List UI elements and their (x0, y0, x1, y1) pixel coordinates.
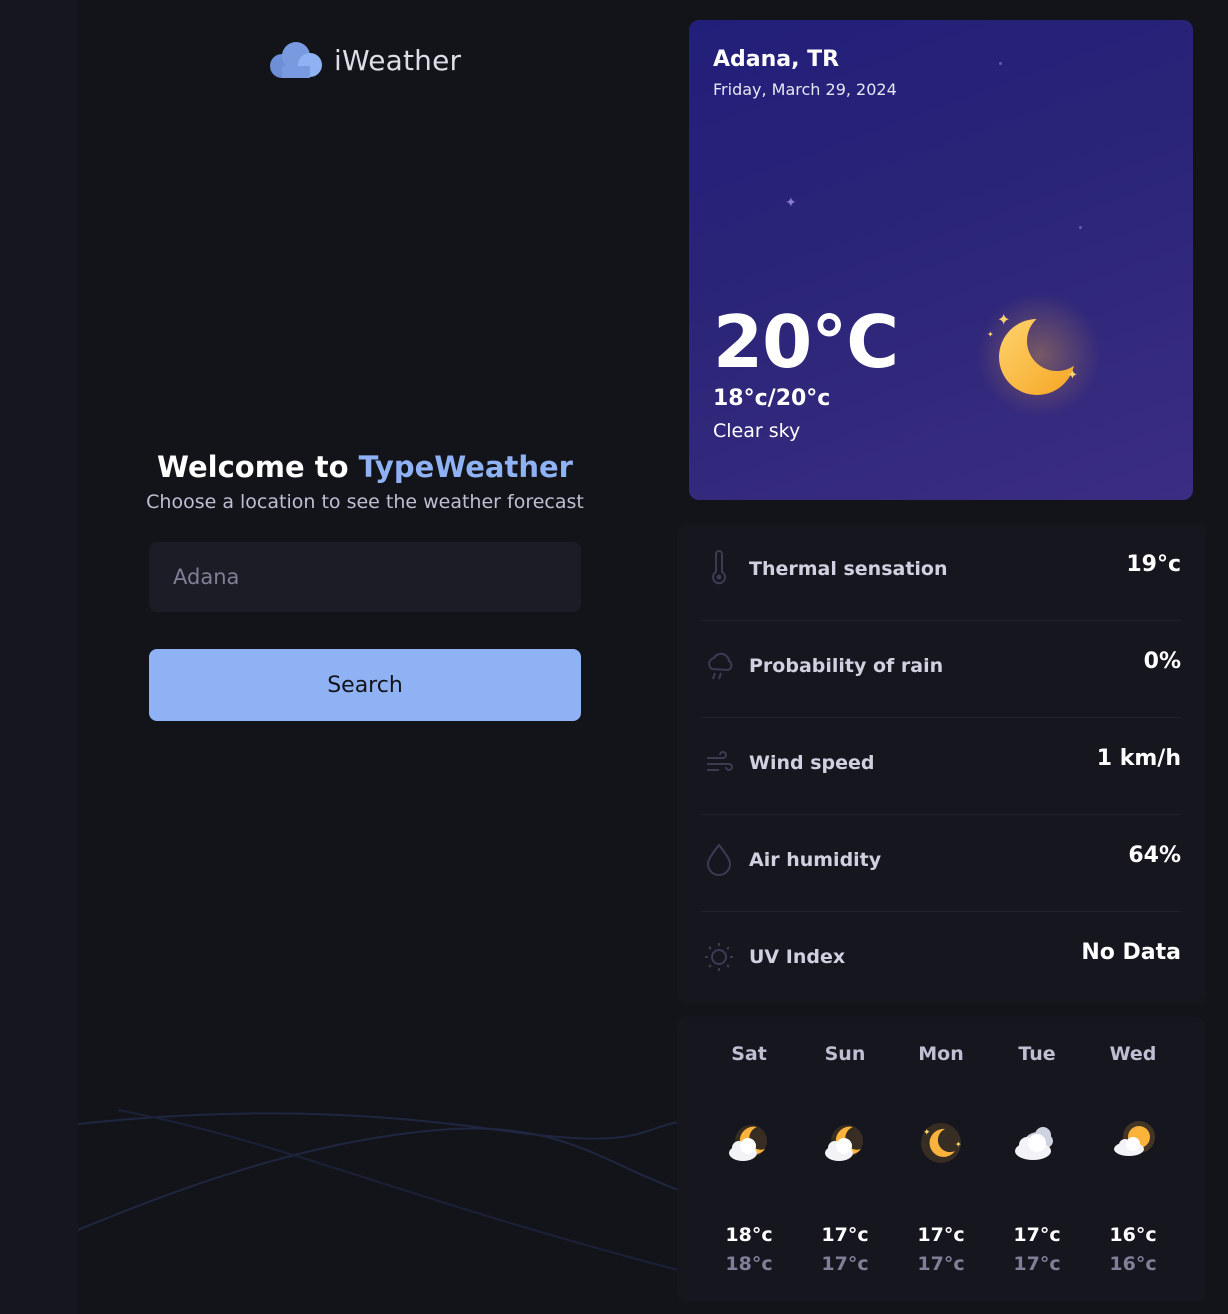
search-panel: iWeather Welcome to TypeWeather Choose a… (78, 0, 678, 1314)
welcome-prefix: Welcome to (157, 450, 359, 484)
wind-icon (707, 751, 733, 771)
star-dot (999, 62, 1002, 65)
welcome-subtitle: Choose a location to see the weather for… (146, 491, 584, 513)
partly-sunny-icon (1114, 1121, 1155, 1156)
forecast-day: Wed 16°c 16°c (1085, 1017, 1181, 1302)
app-name: iWeather (334, 43, 462, 77)
forecast-min: 17°c (821, 1253, 869, 1275)
forecast-max: 17°c (1013, 1224, 1061, 1246)
thermometer-icon (712, 550, 726, 585)
detail-value: No Data (1081, 940, 1181, 965)
cloudy-night-icon (729, 1125, 767, 1161)
background-waves (78, 1109, 678, 1271)
sparkle-decoration: ✦ (785, 195, 797, 211)
temperature-range: 18°c/20°c (713, 386, 831, 411)
forecast-day: Sat 18°c 18°c (701, 1017, 797, 1302)
forecast-day-name: Tue (1018, 1043, 1056, 1065)
svg-text:✦: ✦ (923, 1128, 931, 1138)
detail-row-uv: UV Index No Data (701, 912, 1181, 1009)
forecast-panel: Sat 18°c 18°c Sun 17°c 17°c Mon ✦ ✦ 17°c… (677, 1017, 1206, 1302)
weather-details: Thermal sensation 19°c Probability of ra… (677, 524, 1206, 1004)
forecast-min: 16°c (1109, 1253, 1157, 1275)
detail-row-thermal: Thermal sensation 19°c (701, 524, 1181, 621)
svg-text:✦: ✦ (955, 1140, 962, 1149)
detail-value: 64% (1128, 843, 1181, 868)
detail-row-humidity: Air humidity 64% (701, 815, 1181, 912)
sun-icon (705, 943, 733, 971)
welcome-heading: Welcome to TypeWeather (78, 450, 652, 484)
forecast-day-name: Wed (1109, 1043, 1157, 1065)
detail-row-rain: Probability of rain 0% (701, 621, 1181, 718)
search-button[interactable]: Search (149, 649, 581, 721)
forecast-day-name: Sun (824, 1043, 866, 1065)
detail-label: UV Index (749, 946, 846, 968)
star-dot (1079, 226, 1082, 229)
welcome-brand: TypeWeather (358, 450, 573, 484)
detail-label: Wind speed (749, 752, 875, 774)
detail-label: Probability of rain (749, 655, 944, 677)
svg-text:✦: ✦ (987, 330, 994, 339)
current-date: Friday, March 29, 2024 (713, 80, 897, 99)
drop-icon (706, 843, 732, 876)
cloud-logo-icon (270, 42, 322, 78)
today-card: ✦ Adana, TR Friday, March 29, 2024 20°C … (689, 20, 1193, 500)
forecast-day-name: Mon (918, 1043, 964, 1065)
cloudy-night-icon (825, 1125, 863, 1161)
detail-value: 19°c (1126, 552, 1181, 577)
forecast-max: 17°c (821, 1224, 869, 1246)
svg-text:✦: ✦ (997, 310, 1010, 329)
detail-row-wind: Wind speed 1 km/h (701, 718, 1181, 815)
forecast-min: 17°c (1013, 1253, 1061, 1275)
crescent-moon-icon: ✦ ✦ ✦ (977, 293, 1101, 417)
forecast-day-name: Sat (731, 1043, 767, 1065)
forecast-day: Sun 17°c 17°c (797, 1017, 893, 1302)
cloudy-icon (1015, 1127, 1053, 1160)
left-edge-strip (0, 0, 78, 1314)
forecast-max: 16°c (1109, 1224, 1157, 1246)
weather-description: Clear sky (713, 420, 801, 442)
forecast-max: 17°c (917, 1224, 965, 1246)
detail-value: 1 km/h (1096, 746, 1181, 771)
forecast-day: Tue 17°c 17°c (989, 1017, 1085, 1302)
svg-text:✦: ✦ (1067, 368, 1078, 383)
forecast-max: 18°c (725, 1224, 773, 1246)
current-temperature: 20°C (713, 300, 899, 384)
detail-label: Air humidity (749, 849, 882, 871)
moon-icon: ✦ ✦ (921, 1123, 962, 1163)
forecast-min: 17°c (917, 1253, 965, 1275)
app-logo: iWeather (268, 40, 461, 80)
city-name: Adana, TR (713, 47, 840, 72)
forecast-min: 18°c (725, 1253, 773, 1275)
detail-label: Thermal sensation (749, 558, 948, 580)
search-input[interactable]: Adana (149, 542, 581, 612)
cloud-rain-icon (708, 652, 733, 680)
detail-value: 0% (1143, 649, 1181, 674)
forecast-day: Mon ✦ ✦ 17°c 17°c (893, 1017, 989, 1302)
